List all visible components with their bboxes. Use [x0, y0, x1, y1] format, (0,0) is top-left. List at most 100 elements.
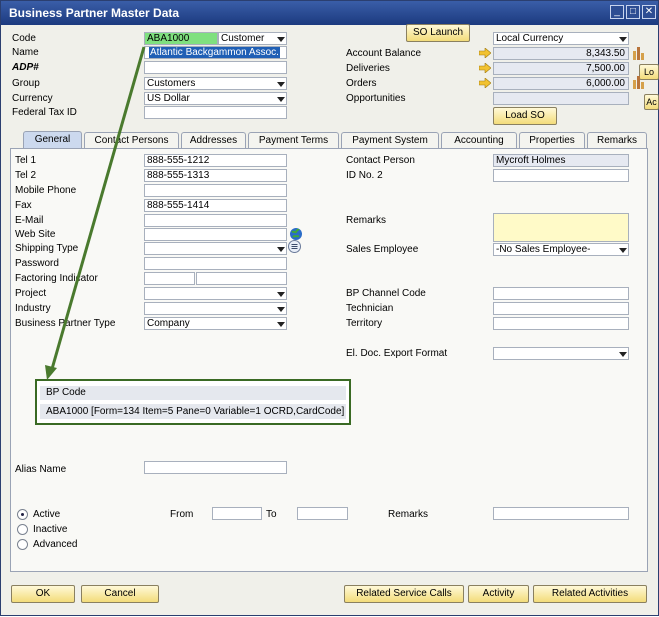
orders-label: Orders	[346, 78, 377, 89]
to-date-field[interactable]	[297, 507, 348, 520]
industry-label: Industry	[15, 303, 51, 314]
minimize-icon[interactable]: _	[610, 5, 624, 19]
mobile-phone-label: Mobile Phone	[15, 185, 77, 196]
industry-select[interactable]	[144, 302, 287, 315]
tab-accounting[interactable]: Accounting	[441, 132, 517, 149]
bp-type-field-value: Company	[147, 318, 190, 329]
deliveries-label: Deliveries	[346, 63, 390, 74]
shipping-type-select[interactable]	[144, 242, 287, 255]
bp-type-label: Business Partner Type	[15, 318, 116, 329]
active-label: Active	[33, 509, 61, 520]
name-label: Name	[12, 47, 39, 58]
tab-contact-persons[interactable]: Contact Persons	[84, 132, 179, 149]
territory-label: Territory	[346, 318, 383, 329]
factoring-code-field[interactable]	[144, 272, 195, 285]
alias-name-field[interactable]	[144, 461, 287, 474]
related-activities-button[interactable]: Related Activities	[533, 585, 647, 603]
password-label: Password	[15, 258, 59, 269]
bp-channel-code-field[interactable]	[493, 287, 629, 300]
link-arrow-icon[interactable]	[479, 48, 491, 58]
tel2-label: Tel 2	[15, 170, 37, 181]
bp-type-value: Customer	[221, 33, 265, 44]
tab-properties[interactable]: Properties	[519, 132, 585, 149]
name-value: Atlantic Backgammon Assoc.	[149, 47, 280, 58]
active-radio[interactable]	[17, 509, 28, 520]
ac-button[interactable]: Ac	[644, 94, 659, 110]
adp-label: ADP#	[12, 62, 39, 73]
account-balance-value: 8,343.50	[493, 47, 629, 60]
website-label: Web Site	[15, 229, 56, 240]
sales-employee-select[interactable]: -No Sales Employee-	[493, 243, 629, 256]
currency-select[interactable]: US Dollar	[144, 92, 287, 105]
related-service-calls-button[interactable]: Related Service Calls	[344, 585, 464, 603]
remarks-field[interactable]	[493, 213, 629, 242]
close-icon[interactable]: ✕	[642, 5, 656, 19]
orders-value: 6,000.00	[493, 77, 629, 90]
currency-label: Currency	[12, 93, 53, 104]
from-label: From	[170, 509, 194, 520]
inactive-radio[interactable]	[17, 524, 28, 535]
ok-button[interactable]: OK	[11, 585, 75, 603]
opportunities-label: Opportunities	[346, 93, 406, 104]
bp-type-field[interactable]: Company	[144, 317, 287, 330]
status-remarks-field[interactable]	[493, 507, 629, 520]
adp-field[interactable]	[144, 61, 287, 74]
bar-chart-icon[interactable]	[632, 74, 646, 90]
tab-general[interactable]: General	[23, 131, 82, 149]
contact-person-label: Contact Person	[346, 155, 415, 166]
fax-field[interactable]: 888-555-1414	[144, 199, 287, 212]
code-label: Code	[12, 33, 36, 44]
tel2-field[interactable]: 888-555-1313	[144, 169, 287, 182]
field-info-tooltip: BP Code ABA1000 [Form=134 Item=5 Pane=0 …	[35, 379, 351, 425]
id-no2-label: ID No. 2	[346, 170, 383, 181]
so-launch-button[interactable]: SO Launch	[406, 24, 470, 42]
website-field[interactable]	[144, 228, 287, 241]
cancel-button[interactable]: Cancel	[81, 585, 159, 603]
tooltip-body: ABA1000 [Form=134 Item=5 Pane=0 Variable…	[40, 404, 346, 419]
to-label: To	[266, 509, 277, 520]
window-title: Business Partner Master Data	[9, 6, 180, 20]
project-select[interactable]	[144, 287, 287, 300]
link-arrow-icon[interactable]	[479, 78, 491, 88]
load-so-button[interactable]: Load SO	[493, 107, 557, 125]
status-remarks-label: Remarks	[388, 509, 429, 520]
remarks-label: Remarks	[346, 215, 387, 226]
tax-id-field[interactable]	[144, 106, 287, 119]
name-field[interactable]: Atlantic Backgammon Assoc.	[144, 46, 287, 59]
technician-label: Technician	[346, 303, 394, 314]
globe-icon[interactable]	[289, 227, 303, 241]
tab-remarks[interactable]: Remarks	[587, 132, 647, 149]
contact-person-field[interactable]: Mycroft Holmes	[493, 154, 629, 167]
bp-master-data-window: Business Partner Master Data _ □ ✕ Code …	[0, 0, 659, 616]
tab-payment-terms[interactable]: Payment Terms	[248, 132, 339, 149]
inactive-label: Inactive	[33, 524, 68, 535]
deliveries-value: 7,500.00	[493, 62, 629, 75]
details-icon[interactable]	[288, 240, 301, 253]
tax-id-label: Federal Tax ID	[12, 107, 77, 118]
from-date-field[interactable]	[212, 507, 262, 520]
email-field[interactable]	[144, 214, 287, 227]
shipping-type-label: Shipping Type	[15, 243, 79, 254]
currency-display-select[interactable]: Local Currency	[493, 32, 629, 45]
territory-field[interactable]	[493, 317, 629, 330]
mobile-phone-field[interactable]	[144, 184, 287, 197]
technician-field[interactable]	[493, 302, 629, 315]
activity-button[interactable]: Activity	[468, 585, 529, 603]
password-field[interactable]	[144, 257, 287, 270]
email-label: E-Mail	[15, 215, 44, 226]
factoring-name-field[interactable]	[196, 272, 287, 285]
factoring-indicator-label: Factoring Indicator	[15, 273, 98, 284]
advanced-radio[interactable]	[17, 539, 28, 550]
account-balance-label: Account Balance	[346, 48, 422, 59]
tel1-field[interactable]: 888-555-1212	[144, 154, 287, 167]
tab-addresses[interactable]: Addresses	[181, 132, 246, 149]
bp-type-select[interactable]: Customer	[218, 32, 287, 45]
maximize-icon[interactable]: □	[626, 5, 640, 19]
tab-payment-system[interactable]: Payment System	[341, 132, 439, 149]
code-field[interactable]: ABA1000	[144, 32, 218, 45]
bar-chart-icon[interactable]	[632, 45, 646, 61]
link-arrow-icon[interactable]	[479, 63, 491, 73]
el-doc-export-format-select[interactable]	[493, 347, 629, 360]
id-no2-field[interactable]	[493, 169, 629, 182]
group-select[interactable]: Customers	[144, 77, 287, 90]
